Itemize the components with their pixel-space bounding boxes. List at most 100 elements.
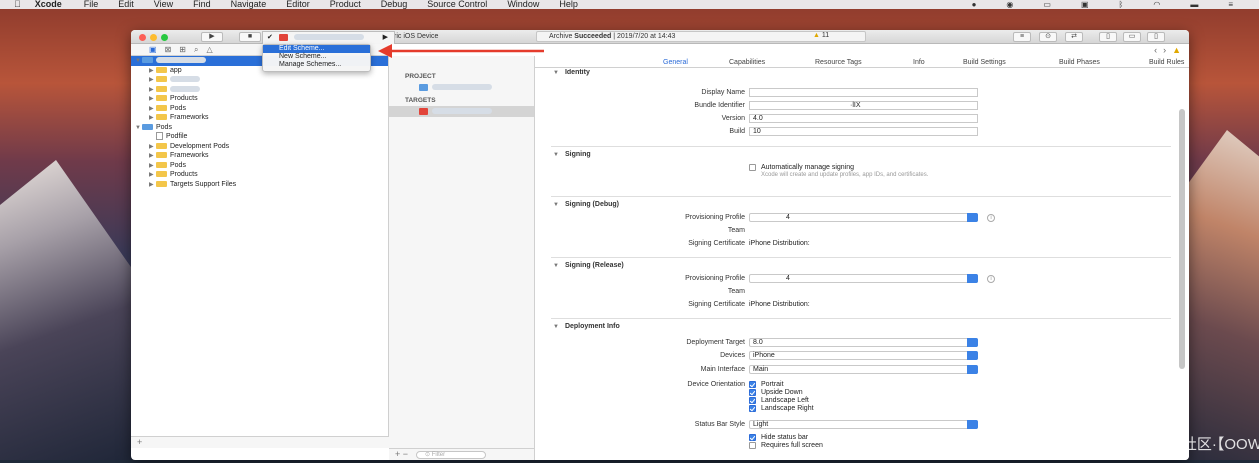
assistant-editor-button[interactable]: ⊙ — [1039, 32, 1057, 42]
requires-full-screen-checkbox[interactable] — [749, 442, 756, 449]
file-tree-item[interactable]: ▶ Pods — [131, 161, 388, 171]
tab-info[interactable]: Info — [913, 59, 925, 66]
file-tree-item[interactable]: ▶ — [131, 75, 388, 85]
menu-app-name[interactable]: Xcode — [35, 0, 62, 9]
file-tree-item[interactable]: ▼ Pods — [131, 123, 388, 133]
file-tree-item[interactable]: ▶ Pods — [131, 104, 388, 114]
edit-scheme-menu-item[interactable]: Edit Scheme... — [263, 45, 370, 53]
tab-resource-tags[interactable]: Resource Tags — [815, 59, 862, 66]
remove-target-icon[interactable]: − — [403, 449, 408, 459]
deployment-target-popup[interactable]: 8.0 — [749, 338, 978, 347]
stop-button[interactable]: ■ — [239, 32, 261, 42]
file-tree-item[interactable]: ▶ Products — [131, 170, 388, 180]
close-window-button[interactable] — [139, 34, 146, 41]
upside-down-checkbox[interactable] — [749, 389, 756, 396]
auto-signing-checkbox[interactable] — [749, 164, 756, 171]
back-arrow-icon[interactable]: ‹ — [1154, 45, 1157, 55]
requires-full-screen-label: Requires full screen — [761, 442, 823, 449]
vertical-scrollbar[interactable] — [1179, 109, 1185, 369]
add-target-icon[interactable]: + — [395, 449, 400, 459]
run-button[interactable]: ▶ — [201, 32, 223, 42]
lock-icon[interactable]: ▣ — [1081, 0, 1089, 9]
project-file-icon — [419, 83, 428, 91]
menu-debug[interactable]: Debug — [381, 0, 408, 9]
project-item[interactable] — [389, 82, 534, 93]
menu-edit[interactable]: Edit — [118, 0, 134, 9]
menu-source-control[interactable]: Source Control — [427, 0, 487, 9]
status-bar-style-popup[interactable]: Light — [749, 420, 978, 429]
file-tree-item[interactable]: ▶ Targets Support Files — [131, 180, 388, 190]
menu-view[interactable]: View — [154, 0, 173, 9]
release-profile-popup[interactable]: 4 — [749, 274, 978, 283]
menu-file[interactable]: File — [84, 0, 99, 9]
menu-window[interactable]: Window — [507, 0, 539, 9]
tab-capabilities[interactable]: Capabilities — [729, 59, 765, 66]
standard-editor-button[interactable]: ≡ — [1013, 32, 1031, 42]
file-tree-item[interactable]: Podfile — [131, 132, 388, 142]
new-scheme-menu-item[interactable]: New Scheme... — [263, 53, 370, 61]
menu-editor[interactable]: Editor — [286, 0, 310, 9]
info-icon[interactable]: i — [987, 214, 995, 222]
file-tree-item[interactable]: ▶ Frameworks — [131, 113, 388, 123]
forward-arrow-icon[interactable]: › — [1163, 45, 1166, 55]
version-field[interactable]: 4.0 — [749, 114, 978, 123]
add-file-icon[interactable]: + — [137, 437, 142, 447]
menu-help[interactable]: Help — [559, 0, 578, 9]
tab-build-phases[interactable]: Build Phases — [1059, 59, 1100, 66]
toggle-debug-area-button[interactable]: ▭ — [1123, 32, 1141, 42]
disclosure-closed-icon[interactable]: ▶ — [149, 181, 156, 191]
build-field[interactable]: 10 — [749, 127, 978, 136]
filter-field[interactable]: ⊙ Filter — [416, 450, 487, 459]
devices-popup[interactable]: iPhone — [749, 351, 978, 360]
bundle-id-field[interactable]: ·lIX — [749, 101, 978, 110]
activity-sep: | — [613, 33, 616, 40]
signing-release-section[interactable]: ▼ Signing (Release) — [553, 262, 624, 269]
tab-build-rules[interactable]: Build Rules — [1149, 59, 1184, 66]
menu-navigate[interactable]: Navigate — [231, 0, 267, 9]
manage-schemes-menu-item[interactable]: Manage Schemes... — [263, 61, 370, 69]
zoom-window-button[interactable] — [161, 34, 168, 41]
tab-build-settings[interactable]: Build Settings — [963, 59, 1006, 66]
wechat-icon[interactable]: ◉ — [1006, 0, 1013, 9]
signing-section[interactable]: ▼ Signing — [553, 151, 591, 158]
tab-general[interactable]: General — [663, 59, 688, 66]
toggle-utilities-button[interactable]: ▯ — [1147, 32, 1165, 42]
issue-warning-icon[interactable]: ▲ — [1172, 45, 1181, 55]
target-item[interactable] — [389, 106, 534, 117]
deployment-info-section[interactable]: ▼ Deployment Info — [553, 323, 620, 330]
find-navigator-icon[interactable]: ⌕ — [194, 45, 198, 55]
toggle-navigator-button[interactable]: ▯ — [1099, 32, 1117, 42]
symbol-navigator-icon[interactable]: ⊞ — [179, 45, 186, 54]
hide-status-bar-checkbox[interactable] — [749, 434, 756, 441]
user-icon[interactable]: ● — [972, 0, 977, 9]
file-tree-item[interactable]: ▶ Products — [131, 94, 388, 104]
battery-icon[interactable]: ▬ — [1190, 0, 1198, 9]
info-icon[interactable]: i — [987, 275, 995, 283]
file-tree-item[interactable]: ▶ — [131, 85, 388, 95]
wifi-icon[interactable]: ◠ — [1153, 0, 1160, 9]
minimize-window-button[interactable] — [150, 34, 157, 41]
identity-section[interactable]: ▼ Identity — [553, 69, 590, 76]
landscape-right-checkbox[interactable] — [749, 405, 756, 412]
signing-debug-section[interactable]: ▼ Signing (Debug) — [553, 201, 619, 208]
display-icon[interactable]: ▭ — [1043, 0, 1051, 9]
menu-find[interactable]: Find — [193, 0, 211, 9]
project-navigator-icon[interactable]: ▣ — [149, 45, 157, 54]
redacted-name — [170, 76, 200, 83]
file-tree-item[interactable]: ▶ Development Pods — [131, 142, 388, 152]
warnings-indicator[interactable]: ▲ 11 — [813, 32, 829, 39]
issue-navigator-icon[interactable]: △ — [206, 45, 212, 54]
version-editor-button[interactable]: ⇄ — [1065, 32, 1083, 42]
source-control-navigator-icon[interactable]: ⊠ — [165, 45, 172, 54]
bluetooth-icon[interactable]: ᛒ — [1119, 0, 1124, 9]
file-tree-item[interactable]: ▶ Frameworks — [131, 151, 388, 161]
upside-down-label: Upside Down — [761, 389, 803, 396]
menu-product[interactable]: Product — [330, 0, 361, 9]
portrait-checkbox[interactable] — [749, 381, 756, 388]
list-icon[interactable]: ≡ — [1228, 0, 1233, 9]
debug-profile-popup[interactable]: 4 — [749, 213, 978, 222]
landscape-left-checkbox[interactable] — [749, 397, 756, 404]
display-name-field[interactable] — [749, 88, 978, 97]
main-interface-popup[interactable]: Main — [749, 365, 978, 374]
apple-menu-icon[interactable]:  — [14, 0, 21, 9]
